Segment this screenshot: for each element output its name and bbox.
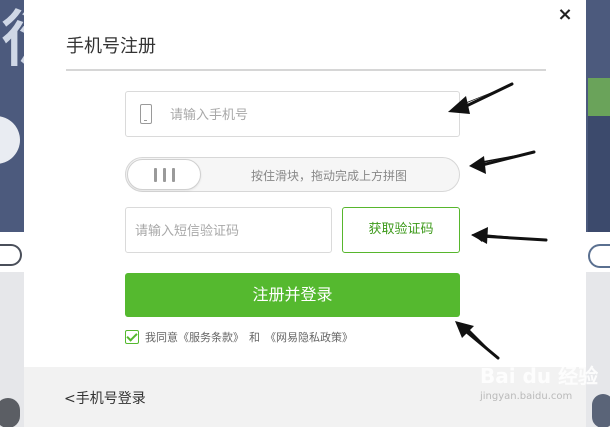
phone-login-link[interactable]: <手机号登录 xyxy=(64,388,146,408)
slider-hint: 按住滑块，拖动完成上方拼图 xyxy=(251,169,408,183)
phone-field[interactable] xyxy=(125,91,460,137)
register-login-button[interactable]: 注册并登录 xyxy=(125,273,460,317)
slider-handle[interactable] xyxy=(127,159,201,190)
grip-line-icon xyxy=(162,167,166,182)
background-panel xyxy=(588,116,610,232)
phone-input[interactable] xyxy=(170,104,440,126)
agreement-prefix: 我同意 xyxy=(145,331,178,344)
background-ribbon xyxy=(588,78,610,116)
sms-code-input[interactable] xyxy=(135,220,325,242)
modal-title: 手机号注册 xyxy=(66,36,156,57)
agreement-row: 我同意 《服务条款》 和 《网易隐私政策》 xyxy=(125,329,353,345)
background-avatar xyxy=(0,398,20,427)
baidu-watermark: Bai du 经验 jingyan.baidu.com xyxy=(480,360,600,410)
watermark-sub: jingyan.baidu.com xyxy=(480,391,573,402)
watermark-main: Bai du 经验 xyxy=(480,364,599,388)
slider-captcha[interactable]: 按住滑块，拖动完成上方拼图 xyxy=(125,157,460,192)
sms-code-field[interactable] xyxy=(125,207,332,253)
background-glyph: 衍 xyxy=(2,8,24,72)
agreement-conjunction: 和 xyxy=(249,331,260,344)
university-logo-right xyxy=(588,244,610,268)
get-code-button[interactable]: 获取验证码 xyxy=(342,207,460,253)
title-divider xyxy=(66,69,546,71)
grip-line-icon xyxy=(153,167,157,182)
university-logo-left xyxy=(0,244,22,266)
agree-checkbox[interactable] xyxy=(125,330,139,344)
close-icon[interactable]: × xyxy=(554,4,576,26)
privacy-link[interactable]: 《网易隐私政策》 xyxy=(265,329,353,345)
terms-link[interactable]: 《服务条款》 xyxy=(178,329,244,345)
mobile-phone-icon xyxy=(140,104,152,124)
grip-line-icon xyxy=(171,167,175,182)
